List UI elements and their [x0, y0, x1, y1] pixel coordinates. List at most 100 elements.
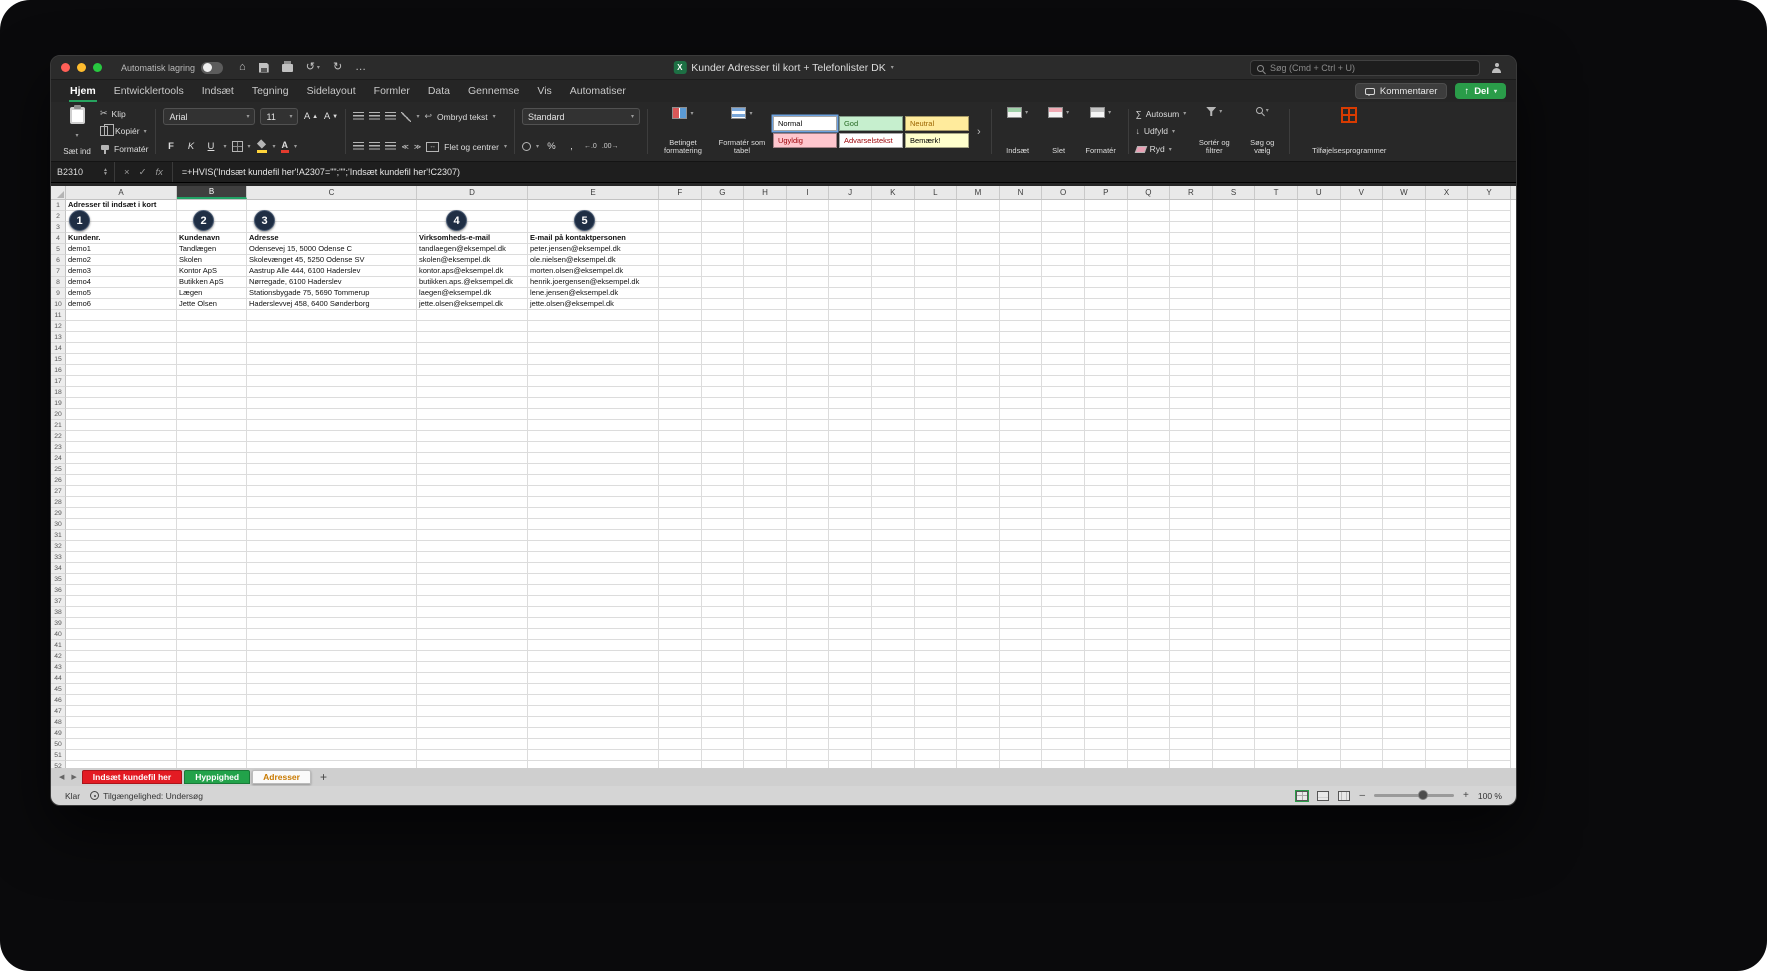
cell-T14[interactable]: [1255, 343, 1298, 354]
cell-X7[interactable]: [1426, 266, 1469, 277]
cell-F15[interactable]: [659, 354, 702, 365]
cell-A52[interactable]: [66, 761, 177, 768]
cell-D52[interactable]: [417, 761, 528, 768]
cell-N4[interactable]: [1000, 233, 1043, 244]
cell-T20[interactable]: [1255, 409, 1298, 420]
view-normal-icon[interactable]: [1296, 791, 1308, 801]
cell-style-normal[interactable]: Normal: [773, 116, 837, 131]
cell-O43[interactable]: [1042, 662, 1085, 673]
cell-N17[interactable]: [1000, 376, 1043, 387]
cell-S10[interactable]: [1213, 299, 1256, 310]
cell-U27[interactable]: [1298, 486, 1341, 497]
cell-K2[interactable]: [872, 211, 915, 222]
cell-H2[interactable]: [744, 211, 787, 222]
cell-V1[interactable]: [1341, 200, 1384, 211]
column-header-K[interactable]: K: [872, 186, 915, 199]
cell-V22[interactable]: [1341, 431, 1384, 442]
cell-F38[interactable]: [659, 607, 702, 618]
cell-M40[interactable]: [957, 629, 1000, 640]
cell-E19[interactable]: [528, 398, 659, 409]
cell-W32[interactable]: [1383, 541, 1426, 552]
cell-E1[interactable]: [528, 200, 659, 211]
cell-W1[interactable]: [1383, 200, 1426, 211]
cell-H10[interactable]: [744, 299, 787, 310]
cell-I46[interactable]: [787, 695, 830, 706]
cell-Q34[interactable]: [1128, 563, 1171, 574]
cell-O6[interactable]: [1042, 255, 1085, 266]
cell-X37[interactable]: [1426, 596, 1469, 607]
cell-F17[interactable]: [659, 376, 702, 387]
cell-L41[interactable]: [915, 640, 958, 651]
cell-C31[interactable]: [247, 530, 417, 541]
cell-K19[interactable]: [872, 398, 915, 409]
column-header-O[interactable]: O: [1042, 186, 1085, 199]
cell-C6[interactable]: Skolevænget 45, 5250 Odense SV: [247, 255, 417, 266]
cell-E22[interactable]: [528, 431, 659, 442]
cell-G38[interactable]: [702, 607, 745, 618]
cell-O52[interactable]: [1042, 761, 1085, 768]
row-header-37[interactable]: 37: [51, 596, 66, 607]
cell-J43[interactable]: [829, 662, 872, 673]
cell-K28[interactable]: [872, 497, 915, 508]
cell-P5[interactable]: [1085, 244, 1128, 255]
cell-S15[interactable]: [1213, 354, 1256, 365]
cell-G13[interactable]: [702, 332, 745, 343]
cell-A33[interactable]: [66, 552, 177, 563]
cell-E28[interactable]: [528, 497, 659, 508]
cell-U37[interactable]: [1298, 596, 1341, 607]
cell-T40[interactable]: [1255, 629, 1298, 640]
cell-G33[interactable]: [702, 552, 745, 563]
row-header-49[interactable]: 49: [51, 728, 66, 739]
cell-K44[interactable]: [872, 673, 915, 684]
cell-Q20[interactable]: [1128, 409, 1171, 420]
cell-T19[interactable]: [1255, 398, 1298, 409]
merge-center-icon[interactable]: ↔: [426, 142, 439, 152]
cell-A9[interactable]: demo5: [66, 288, 177, 299]
cell-O44[interactable]: [1042, 673, 1085, 684]
cell-Y15[interactable]: [1468, 354, 1511, 365]
cell-U6[interactable]: [1298, 255, 1341, 266]
cell-V32[interactable]: [1341, 541, 1384, 552]
cell-style-god[interactable]: God: [839, 116, 903, 131]
cell-L29[interactable]: [915, 508, 958, 519]
cell-N44[interactable]: [1000, 673, 1043, 684]
cell-Q5[interactable]: [1128, 244, 1171, 255]
cell-O8[interactable]: [1042, 277, 1085, 288]
cell-I49[interactable]: [787, 728, 830, 739]
cell-W31[interactable]: [1383, 530, 1426, 541]
cell-T34[interactable]: [1255, 563, 1298, 574]
cell-A20[interactable]: [66, 409, 177, 420]
cell-J44[interactable]: [829, 673, 872, 684]
cell-O31[interactable]: [1042, 530, 1085, 541]
row-header-5[interactable]: 5: [51, 244, 66, 255]
cell-O14[interactable]: [1042, 343, 1085, 354]
cell-C33[interactable]: [247, 552, 417, 563]
cell-G46[interactable]: [702, 695, 745, 706]
cell-Y39[interactable]: [1468, 618, 1511, 629]
cell-W40[interactable]: [1383, 629, 1426, 640]
copy-button[interactable]: Kopiér ▾: [100, 125, 148, 138]
cell-N14[interactable]: [1000, 343, 1043, 354]
cell-M12[interactable]: [957, 321, 1000, 332]
cell-J18[interactable]: [829, 387, 872, 398]
cell-I2[interactable]: [787, 211, 830, 222]
decrease-font-button[interactable]: A▼: [323, 108, 338, 125]
column-header-D[interactable]: D: [417, 186, 528, 199]
cell-M16[interactable]: [957, 365, 1000, 376]
cell-Y2[interactable]: [1468, 211, 1511, 222]
cell-K34[interactable]: [872, 563, 915, 574]
addins-button[interactable]: Tilføjelsesprogrammer: [1297, 105, 1401, 158]
cell-L19[interactable]: [915, 398, 958, 409]
cell-E14[interactable]: [528, 343, 659, 354]
cell-T29[interactable]: [1255, 508, 1298, 519]
column-header-C[interactable]: C: [247, 186, 417, 199]
cell-R52[interactable]: [1170, 761, 1213, 768]
cell-S8[interactable]: [1213, 277, 1256, 288]
cell-M38[interactable]: [957, 607, 1000, 618]
cell-H15[interactable]: [744, 354, 787, 365]
cell-G22[interactable]: [702, 431, 745, 442]
cell-W43[interactable]: [1383, 662, 1426, 673]
cell-V13[interactable]: [1341, 332, 1384, 343]
cell-K5[interactable]: [872, 244, 915, 255]
cell-V9[interactable]: [1341, 288, 1384, 299]
